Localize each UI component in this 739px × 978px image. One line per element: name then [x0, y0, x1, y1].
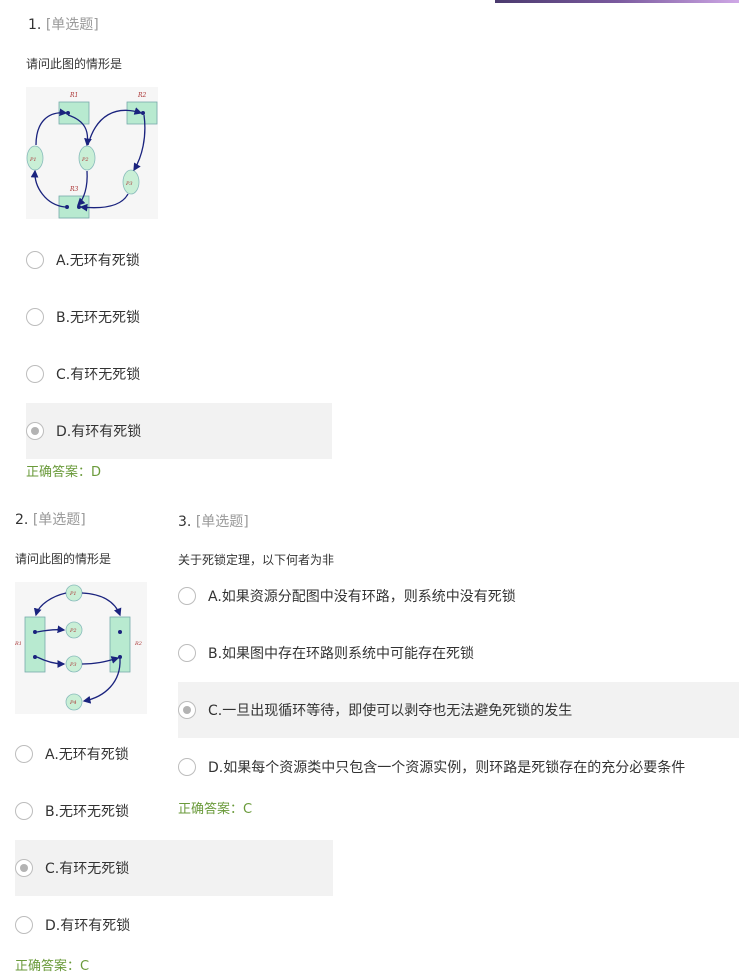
resource-r2-label: R2 [134, 641, 142, 647]
question-type: [单选题] [32, 512, 86, 528]
question-3-option-a[interactable]: A.如果资源分配图中没有环路，则系统中没有死锁 [178, 568, 739, 624]
option-label: A.无环有死锁 [56, 253, 140, 269]
option-label: B.无环无死锁 [45, 804, 130, 820]
radio-button[interactable] [26, 365, 44, 383]
radio-button[interactable] [26, 251, 44, 269]
radio-button[interactable] [178, 701, 196, 719]
question-3-option-c[interactable]: C.一旦出现循环等待，即使可以剥夺也无法避免死锁的发生 [178, 682, 739, 738]
process-p4-label: P4 [69, 700, 77, 706]
question-1-option-b[interactable]: B.无环无死锁 [26, 289, 332, 345]
option-label: C.有环无死锁 [56, 367, 141, 383]
resource-r3-label: R3 [69, 186, 79, 193]
option-label: A.无环有死锁 [45, 747, 129, 763]
option-label: D.如果每个资源类中只包含一个资源实例，则环路是死锁存在的充分必要条件 [208, 760, 686, 776]
process-p3-label: P3 [69, 662, 77, 668]
resource-r1-label: R1 [15, 641, 22, 647]
resource-r2-label: R2 [137, 92, 147, 99]
process-p2-label: P2 [69, 628, 77, 634]
question-2-diagram: R1 R2 P1 P2 P3 P4 [15, 582, 147, 714]
question-type: [单选题] [45, 17, 99, 33]
question-2-option-a[interactable]: A.无环有死锁 [15, 726, 155, 782]
top-banner-strip [495, 0, 739, 3]
option-label: B.无环无死锁 [56, 310, 141, 326]
radio-button[interactable] [15, 802, 33, 820]
radio-button[interactable] [26, 422, 44, 440]
process-p1-label: P1 [29, 157, 37, 163]
question-1-correct-answer: 正确答案：D [26, 465, 102, 480]
question-3-option-b[interactable]: B.如果图中存在环路则系统中可能存在死锁 [178, 625, 739, 681]
question-2-option-d[interactable]: D.有环有死锁 [15, 897, 155, 953]
resource-r1-label: R1 [69, 92, 78, 99]
question-3-header: 3. [单选题] [178, 511, 249, 531]
process-p1-label: P1 [69, 591, 77, 597]
question-1-option-c[interactable]: C.有环无死锁 [26, 346, 332, 402]
option-label: D.有环有死锁 [45, 918, 131, 934]
process-p3-label: P3 [125, 181, 133, 187]
option-label: B.如果图中存在环路则系统中可能存在死锁 [208, 646, 475, 662]
option-label: A.如果资源分配图中没有环路，则系统中没有死锁 [208, 589, 516, 605]
question-number: 2. [15, 512, 29, 528]
radio-button[interactable] [15, 859, 33, 877]
radio-button[interactable] [15, 916, 33, 934]
question-1-stem: 请问此图的情形是 [26, 57, 123, 71]
question-2-correct-answer: 正确答案：C [15, 959, 90, 974]
question-type: [单选题] [195, 514, 249, 530]
option-label: D.有环有死锁 [56, 424, 142, 440]
option-label: C.一旦出现循环等待，即使可以剥夺也无法避免死锁的发生 [208, 703, 573, 719]
radio-button[interactable] [178, 644, 196, 662]
question-1-header: 1. [单选题] [28, 14, 99, 34]
resource-r1 [24, 616, 46, 673]
question-3-stem: 关于死锁定理，以下何者为非 [178, 553, 335, 567]
radio-button[interactable] [178, 587, 196, 605]
question-2-header: 2. [单选题] [15, 509, 86, 529]
question-1-diagram: R1 R2 R3 P1 P2 P3 [26, 87, 158, 219]
question-2-option-c[interactable]: C.有环无死锁 [15, 840, 333, 896]
radio-button[interactable] [26, 308, 44, 326]
option-label: C.有环无死锁 [45, 861, 130, 877]
question-2-stem: 请问此图的情形是 [15, 552, 112, 566]
question-3-correct-answer: 正确答案：C [178, 802, 253, 817]
radio-button[interactable] [15, 745, 33, 763]
process-p2-label: P2 [81, 157, 89, 163]
question-1-option-d[interactable]: D.有环有死锁 [26, 403, 332, 459]
question-number: 3. [178, 514, 192, 530]
question-number: 1. [28, 17, 42, 33]
question-3-option-d[interactable]: D.如果每个资源类中只包含一个资源实例，则环路是死锁存在的充分必要条件 [178, 739, 739, 795]
question-1-option-a[interactable]: A.无环有死锁 [26, 232, 332, 288]
question-2-option-b[interactable]: B.无环无死锁 [15, 783, 155, 839]
radio-button[interactable] [178, 758, 196, 776]
